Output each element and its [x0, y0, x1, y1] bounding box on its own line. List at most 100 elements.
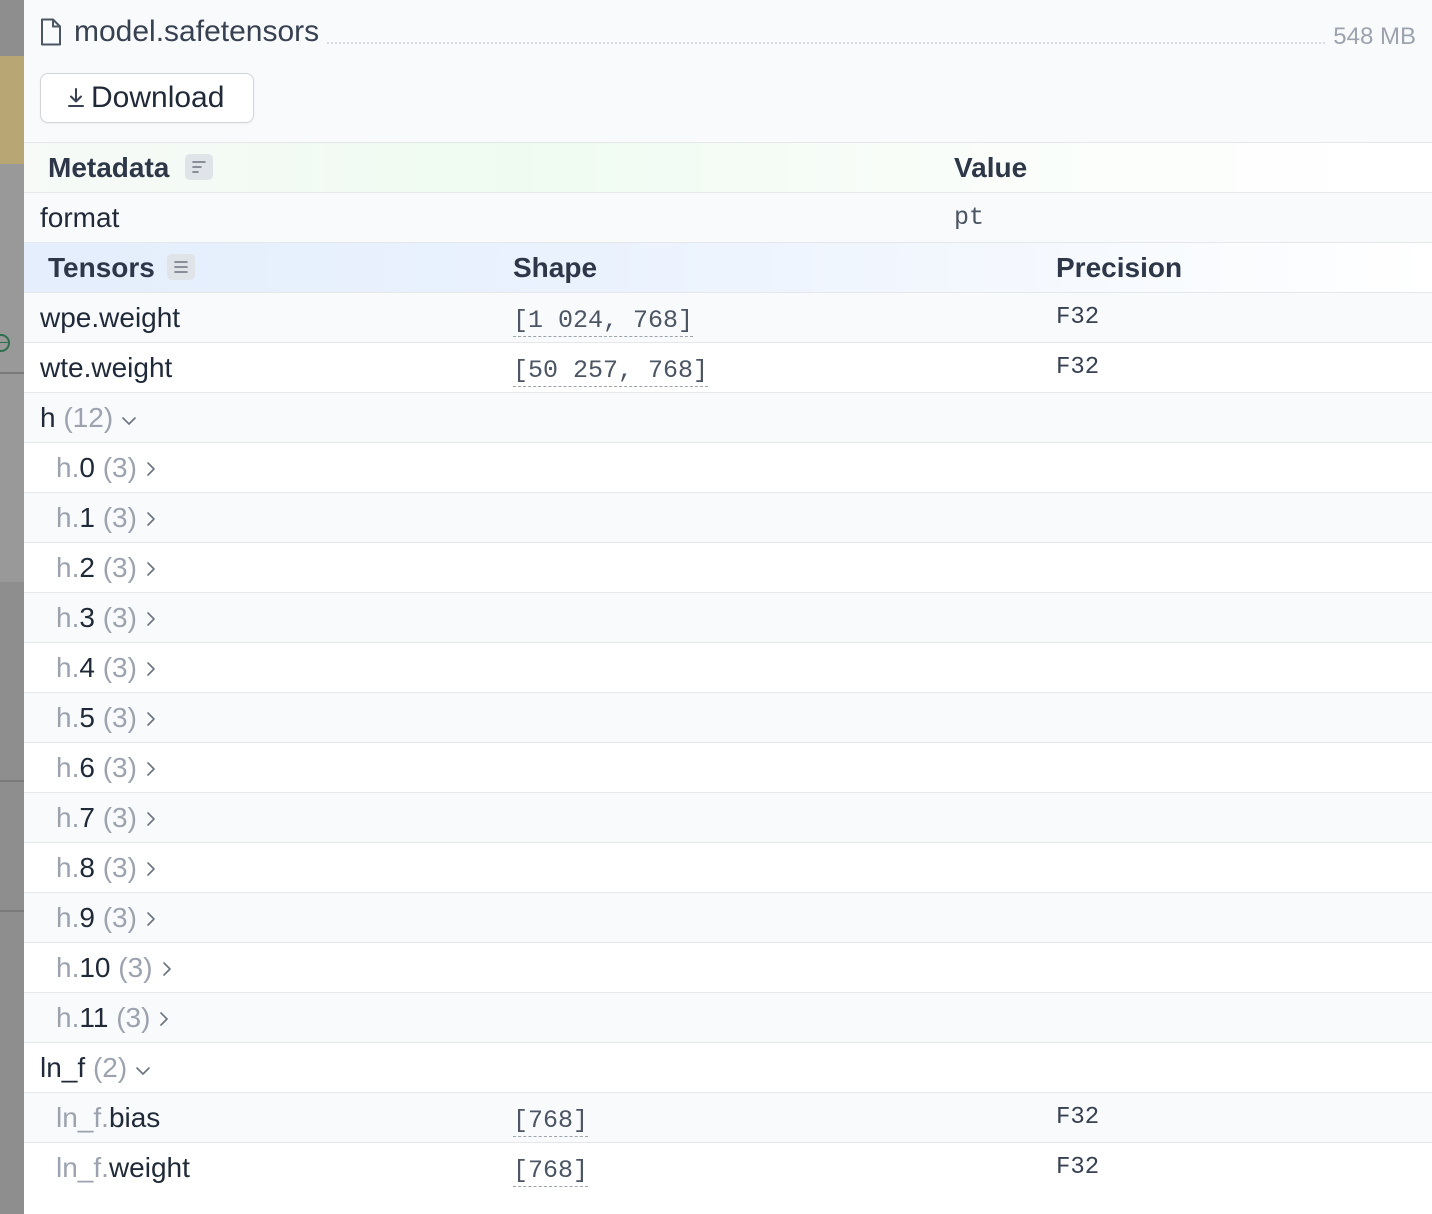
- menu-lines-icon[interactable]: [166, 253, 195, 280]
- value-header-label: Value: [954, 152, 1028, 183]
- shape-header-label: Shape: [513, 252, 598, 283]
- chevron-right-icon: [145, 543, 157, 592]
- tensor-name: ln_f.bias: [56, 1093, 160, 1142]
- tensor-subgroup-row[interactable]: h.2 (3): [24, 542, 1432, 592]
- tensor-subgroup-row[interactable]: h.1 (3): [24, 492, 1432, 542]
- tensor-subgroup-row[interactable]: h.4 (3): [24, 642, 1432, 692]
- chevron-right-icon: [145, 593, 157, 642]
- tensor-subgroup-row[interactable]: h.3 (3): [24, 592, 1432, 642]
- group-count: (12): [63, 402, 114, 433]
- tensor-subgroup-row[interactable]: h.6 (3): [24, 742, 1432, 792]
- tensor-name-prefix: ln_f.: [56, 1102, 109, 1133]
- subgroup-prefix: h.: [56, 1002, 80, 1033]
- subgroup-toggle[interactable]: h.10 (3): [56, 943, 173, 994]
- group-toggle[interactable]: ln_f (2): [40, 1043, 151, 1094]
- subgroup-count: (3): [102, 802, 137, 833]
- tensors-header-label: Tensors: [48, 252, 155, 283]
- tensor-subgroup-row[interactable]: h.5 (3): [24, 692, 1432, 742]
- subgroup-prefix: h.: [56, 852, 80, 883]
- tensor-subgroup-row[interactable]: h.10 (3): [24, 942, 1432, 992]
- subgroup-toggle[interactable]: h.1 (3): [56, 493, 157, 544]
- subgroup-prefix: h.: [56, 902, 80, 933]
- chevron-right-icon: [145, 693, 157, 742]
- subgroup-count: (3): [102, 702, 137, 733]
- file-header: model.safetensors 548 MB Download: [24, 0, 1432, 142]
- chevron-right-icon: [145, 443, 157, 492]
- tensor-shape: [768]: [513, 1156, 589, 1187]
- tensor-subgroup-row[interactable]: h.7 (3): [24, 792, 1432, 842]
- background-band: [0, 56, 24, 164]
- tensor-row: wpe.weight [1 024, 768] F32: [24, 292, 1432, 342]
- tensor-precision: F32: [1056, 1104, 1100, 1131]
- subgroup-toggle[interactable]: h.2 (3): [56, 543, 157, 594]
- chevron-right-icon: [145, 793, 157, 842]
- tensor-shape: [768]: [513, 1106, 589, 1137]
- subgroup-count: (3): [102, 852, 137, 883]
- tensor-precision: F32: [1056, 1154, 1100, 1181]
- tensor-shape: [1 024, 768]: [513, 306, 694, 337]
- chevron-down-icon: [135, 1043, 151, 1092]
- dotted-leader: [327, 42, 1326, 44]
- tensor-precision: F32: [1056, 354, 1100, 381]
- subgroup-count: (3): [102, 752, 137, 783]
- group-toggle[interactable]: h (12): [40, 393, 137, 444]
- metadata-key: format: [40, 202, 120, 233]
- subgroup-name: 9: [79, 902, 95, 933]
- subgroup-prefix: h.: [56, 502, 80, 533]
- background-divider: [0, 372, 24, 374]
- tensor-group-ln-f[interactable]: ln_f (2): [24, 1042, 1432, 1092]
- subgroup-toggle[interactable]: h.8 (3): [56, 843, 157, 894]
- subgroup-name: 2: [79, 552, 95, 583]
- download-button[interactable]: Download: [40, 73, 254, 123]
- subgroup-toggle[interactable]: h.4 (3): [56, 643, 157, 694]
- chevron-right-icon: [158, 993, 170, 1042]
- subgroup-count: (3): [102, 502, 137, 533]
- tensor-name-prefix: ln_f.: [56, 1152, 109, 1183]
- chevron-right-icon: [145, 843, 157, 892]
- subgroup-toggle[interactable]: h.9 (3): [56, 893, 157, 944]
- chevron-right-icon: [145, 493, 157, 542]
- metadata-header: Metadata: [48, 143, 214, 192]
- sort-lines-icon[interactable]: [185, 153, 214, 180]
- background-divider: [0, 910, 24, 912]
- tensor-shape: [50 257, 768]: [513, 356, 709, 387]
- background-page: [0, 0, 24, 1214]
- tensor-name-leaf: bias: [108, 1102, 161, 1133]
- subgroup-name: 5: [79, 702, 95, 733]
- subgroup-toggle[interactable]: h.3 (3): [56, 593, 157, 644]
- subgroup-prefix: h.: [56, 452, 80, 483]
- subgroup-name: 0: [79, 452, 95, 483]
- metadata-row: format pt: [24, 192, 1432, 242]
- tensor-group-h[interactable]: h (12): [24, 392, 1432, 442]
- subgroup-count: (3): [118, 952, 153, 983]
- subgroup-name: 1: [79, 502, 95, 533]
- subgroup-name: 7: [79, 802, 95, 833]
- subgroup-toggle[interactable]: h.7 (3): [56, 793, 157, 844]
- subgroup-count: (3): [102, 602, 137, 633]
- subgroup-name: 8: [79, 852, 95, 883]
- tensors-header-row: Tensors Shape Precision: [24, 242, 1432, 292]
- chevron-right-icon: [145, 893, 157, 942]
- subgroup-prefix: h.: [56, 702, 80, 733]
- group-name: h: [40, 402, 56, 433]
- subgroup-toggle[interactable]: h.6 (3): [56, 743, 157, 794]
- subgroup-prefix: h.: [56, 752, 80, 783]
- download-icon: [67, 87, 85, 109]
- chevron-right-icon: [145, 743, 157, 792]
- file-name: model.safetensors: [74, 15, 320, 48]
- tensor-subgroup-row[interactable]: h.11 (3): [24, 992, 1432, 1042]
- precision-header-label: Precision: [1056, 252, 1183, 283]
- subgroup-toggle[interactable]: h.0 (3): [56, 443, 157, 494]
- chevron-down-icon: [121, 393, 137, 442]
- subgroup-prefix: h.: [56, 952, 80, 983]
- file-row: model.safetensors 548 MB: [40, 14, 1416, 50]
- subgroup-prefix: h.: [56, 652, 80, 683]
- subgroup-toggle[interactable]: h.11 (3): [56, 993, 170, 1044]
- metadata-value: pt: [954, 203, 985, 232]
- tensor-subgroup-row[interactable]: h.9 (3): [24, 892, 1432, 942]
- subgroup-toggle[interactable]: h.5 (3): [56, 693, 157, 744]
- subgroup-count: (3): [102, 452, 137, 483]
- tensor-row: wte.weight [50 257, 768] F32: [24, 342, 1432, 392]
- tensor-subgroup-row[interactable]: h.0 (3): [24, 442, 1432, 492]
- tensor-subgroup-row[interactable]: h.8 (3): [24, 842, 1432, 892]
